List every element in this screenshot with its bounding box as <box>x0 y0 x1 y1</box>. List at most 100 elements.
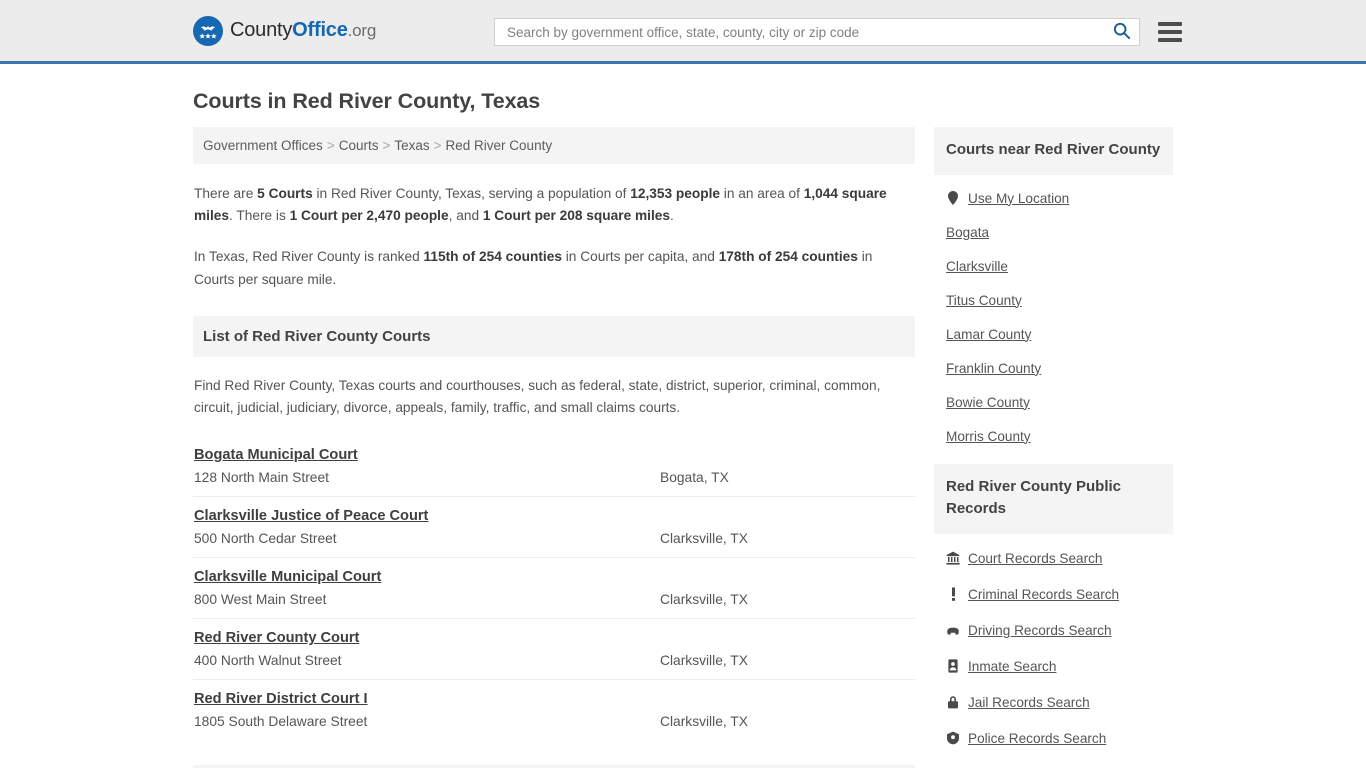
breadcrumb-separator: > <box>382 138 391 153</box>
breadcrumb-item-red-river-county: Red River County <box>445 138 553 153</box>
sidebar-item-label: Morris County <box>946 428 1031 444</box>
nearby-courts-links: Use My Location Bogata Clarksville Titus… <box>934 175 1173 453</box>
sidebar-item-inmate-search[interactable]: Inmate Search <box>946 648 1161 684</box>
breadcrumb-item-courts[interactable]: Courts <box>339 138 379 153</box>
court-city: Clarksville, TX <box>660 592 748 608</box>
table-row: Red River District Court I 1805 South De… <box>193 679 915 740</box>
sidebar-item-label: Criminal Records Search <box>968 586 1120 602</box>
court-name-link[interactable]: Red River District Court I <box>194 691 368 707</box>
intro-text: , and <box>448 208 483 224</box>
breadcrumb: Government Offices > Courts > Texas > Red Rive… <box>193 127 915 164</box>
search-input[interactable] <box>505 23 1108 41</box>
table-row: Clarksville Municipal Court 800 West Mai… <box>193 557 915 618</box>
sidebar-item-label: Court Records Search <box>968 550 1103 566</box>
court-address: 500 North Cedar Street <box>194 531 337 547</box>
court-address: 800 West Main Street <box>194 592 327 608</box>
sidebar-item-label: Lamar County <box>946 326 1032 342</box>
site-logo[interactable]: CountyOffice.org <box>193 15 377 46</box>
list-section-description: Find Red River County, Texas courts and … <box>194 377 881 415</box>
main-content: Government Offices > Courts > Texas > Red Rive… <box>193 127 915 768</box>
stat-rank-per-square-mile: 178th of 254 counties <box>718 249 858 265</box>
court-address: 1805 South Delaware Street <box>194 714 368 730</box>
breadcrumb-separator: > <box>433 138 442 153</box>
table-row: Red River County Court 400 North Walnut … <box>193 618 915 679</box>
exclamation-icon <box>946 587 960 601</box>
search-button[interactable] <box>1108 21 1135 43</box>
sidebar-item-label: Use My Location <box>968 190 1070 206</box>
sidebar-item-bowie-county[interactable]: Bowie County <box>946 385 1161 419</box>
sidebar-item-franklin-county[interactable]: Franklin County <box>946 351 1161 385</box>
sidebar-item-label: Bogata <box>946 224 990 240</box>
stat-court-count: 5 Courts <box>257 186 313 201</box>
car-icon <box>946 625 960 636</box>
breadcrumb-item-government-offices[interactable]: Government Offices <box>203 138 323 153</box>
court-detail: 500 North Cedar Street Clarksville, TX <box>194 531 914 546</box>
sidebar-item-label: Inmate Search <box>968 658 1057 674</box>
court-detail: 800 West Main Street Clarksville, TX <box>194 592 914 607</box>
list-section-heading: List of Red River County Courts <box>203 327 431 345</box>
public-records-links: Court Records Search Criminal Records Se… <box>934 534 1173 756</box>
logo-text-org: .org <box>347 21 377 40</box>
id-card-icon <box>946 659 960 673</box>
public-records-card: Red River County Public Records Court Re… <box>934 463 1173 756</box>
nearby-courts-header: Courts near Red River County <box>934 127 1173 175</box>
court-city: Clarksville, TX <box>660 531 748 547</box>
sidebar-item-label: Clarksville <box>946 258 1008 274</box>
court-detail: 1805 South Delaware Street Clarksville, … <box>194 714 914 729</box>
sidebar-item-police-records-search[interactable]: Police Records Search <box>946 720 1161 756</box>
page-title: Courts in Red River County, Texas <box>193 89 541 113</box>
intro-text: There are <box>194 186 258 201</box>
stat-rank-per-capita: 115th of 254 counties <box>423 249 562 265</box>
sidebar-item-driving-records-search[interactable]: Driving Records Search <box>946 612 1161 648</box>
sidebar-item-titus-county[interactable]: Titus County <box>946 283 1161 317</box>
breadcrumb-separator: > <box>326 138 335 153</box>
table-row: Bogata Municipal Court 128 North Main St… <box>193 436 915 496</box>
sidebar-item-label: Bowie County <box>946 394 1030 410</box>
intro-text: In Texas, Red River County is ranked <box>194 249 424 265</box>
intro-text: . There is <box>229 208 290 224</box>
police-badge-icon <box>946 731 960 745</box>
sidebar-item-jail-records-search[interactable]: Jail Records Search <box>946 684 1161 720</box>
court-detail: 128 North Main Street Bogata, TX <box>194 470 914 485</box>
court-address: 128 North Main Street <box>194 470 329 486</box>
court-list: Bogata Municipal Court 128 North Main St… <box>193 436 915 740</box>
nearby-courts-card: Courts near Red River County Use My Loca… <box>934 127 1173 453</box>
logo-text-office: Office <box>292 19 348 41</box>
lock-icon <box>946 695 960 709</box>
intro-text: in Courts per capita, and <box>561 249 719 265</box>
court-city: Clarksville, TX <box>660 653 748 669</box>
sidebar-item-clarksville[interactable]: Clarksville <box>946 249 1161 283</box>
court-name-link[interactable]: Bogata Municipal Court <box>194 447 358 463</box>
sidebar-item-morris-county[interactable]: Morris County <box>946 419 1161 453</box>
search-box[interactable] <box>494 18 1140 46</box>
public-records-header: Red River County Public Records <box>934 463 1173 534</box>
logo-text-county: County <box>230 19 293 41</box>
content-columns: Government Offices > Courts > Texas > Red Rive… <box>193 127 1173 768</box>
intro-text: in an area of <box>720 186 804 201</box>
sidebar-item-criminal-records-search[interactable]: Criminal Records Search <box>946 576 1161 612</box>
sidebar-item-label: Franklin County <box>946 360 1042 376</box>
hamburger-menu-icon[interactable] <box>1158 22 1182 42</box>
sidebar-item-bogata[interactable]: Bogata <box>946 215 1161 249</box>
court-name-link[interactable]: Clarksville Municipal Court <box>194 569 381 585</box>
sidebar-item-use-my-location[interactable]: Use My Location <box>946 181 1161 215</box>
court-address: 400 North Walnut Street <box>194 653 342 669</box>
intro-paragraph-2: In Texas, Red River County is ranked 115… <box>194 246 914 290</box>
header-search-area <box>494 18 1182 46</box>
court-name-link[interactable]: Clarksville Justice of Peace Court <box>194 508 428 524</box>
sidebar-item-label: Driving Records Search <box>968 622 1112 638</box>
sidebar-item-court-records-search[interactable]: Court Records Search <box>946 540 1161 576</box>
sidebar-item-label: Police Records Search <box>968 730 1107 746</box>
page-body: Courts in Red River County, Texas Govern… <box>0 89 1366 768</box>
stat-population: 12,353 people <box>630 186 720 201</box>
court-city: Bogata, TX <box>660 470 729 486</box>
map-pin-icon <box>946 191 960 205</box>
stat-courts-per-capita: 1 Court per 2,470 people <box>289 208 449 224</box>
nearby-courts-heading: Courts near Red River County <box>946 141 1161 158</box>
breadcrumb-item-texas[interactable]: Texas <box>394 138 429 153</box>
sidebar-item-lamar-county[interactable]: Lamar County <box>946 317 1161 351</box>
sidebar: Courts near Red River County Use My Loca… <box>934 127 1173 756</box>
court-name-link[interactable]: Red River County Court <box>194 630 359 646</box>
court-detail: 400 North Walnut Street Clarksville, TX <box>194 653 914 668</box>
